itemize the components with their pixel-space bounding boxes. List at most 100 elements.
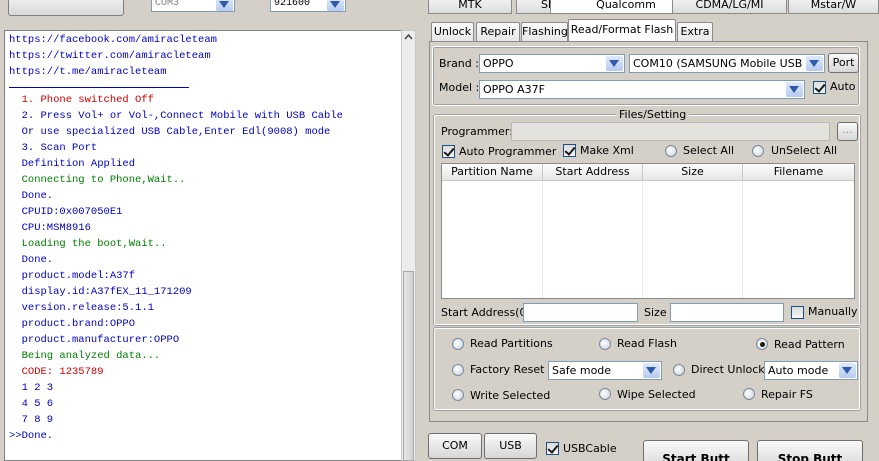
scroll-up-icon[interactable] — [402, 31, 415, 44]
browse-button[interactable]: ... — [837, 122, 858, 141]
column-header-filename[interactable]: Filename — [743, 164, 854, 181]
auto-programmer-label: Auto Programmer — [459, 145, 557, 158]
log-line: Or use specialized USB Cable,Enter Edl(9… — [9, 126, 331, 138]
tab-extra[interactable]: Extra — [677, 22, 713, 42]
log-line: CPUID:0x007050E1 — [9, 206, 123, 218]
log-scrollbar[interactable] — [401, 30, 416, 461]
log-line: Definition Applied — [9, 158, 136, 170]
log-line: version.release:5.1.1 — [9, 302, 154, 314]
stop-button[interactable]: Stop Butt — [757, 440, 863, 461]
log-line: https://facebook.com/amiracleteam — [9, 34, 217, 46]
tab-unlock[interactable]: Unlock — [431, 22, 474, 42]
log-line: product.manufacturer:OPPO — [9, 334, 180, 346]
write-selected-radio[interactable] — [452, 389, 464, 401]
partition-table[interactable]: Partition Name Start Address Size Filena… — [441, 163, 855, 299]
select-all-radio[interactable] — [665, 145, 677, 157]
start-button[interactable]: Start Butt — [643, 440, 749, 461]
auto-checkbox[interactable] — [813, 81, 826, 94]
log-line: product.brand:OPPO — [9, 318, 136, 330]
main-tabs: MTK SPD Qualcomm CDMA/LG/MI Mstar/W — [428, 0, 879, 15]
size-input[interactable] — [670, 303, 784, 322]
baud-select-value: 921600 — [274, 0, 311, 9]
com-port-select[interactable]: COM10 (SAMSUNG Mobile USB Mo — [629, 54, 825, 73]
wipe-selected-radio[interactable] — [599, 388, 611, 400]
baud-select[interactable]: 921600 — [270, 0, 346, 12]
repair-fs-radio[interactable] — [743, 388, 755, 400]
repair-fs-label: Repair FS — [761, 388, 813, 401]
read-pattern-label: Read Pattern — [774, 338, 845, 351]
unlock-mode-select[interactable]: Auto mode — [764, 361, 858, 380]
unselect-all-label: UnSelect All — [771, 144, 838, 157]
com-port-select-value: COM10 (SAMSUNG Mobile USB Mo — [633, 57, 822, 70]
log-line: >>Done. — [9, 430, 54, 442]
brand-select-value: OPPO — [483, 57, 514, 70]
tab-flashing[interactable]: Flashing — [521, 22, 568, 42]
read-partitions-label: Read Partitions — [470, 337, 553, 350]
scroll-thumb[interactable] — [403, 271, 414, 461]
brand-label: Brand : — [439, 57, 479, 70]
column-header-size[interactable]: Size — [643, 164, 743, 181]
tab-repair[interactable]: Repair — [476, 22, 520, 42]
column-divider — [542, 181, 543, 298]
start-address-input[interactable] — [523, 303, 638, 322]
read-flash-radio[interactable] — [599, 338, 611, 350]
log-line: product.model:A37f — [9, 270, 136, 282]
port-button[interactable]: Port — [828, 53, 859, 73]
model-select-value: OPPO A37F — [483, 83, 545, 96]
chevron-down-icon — [327, 0, 344, 11]
log-separator — [9, 80, 189, 88]
usb-scan-button[interactable]: USB Scan — [484, 433, 537, 459]
tab-cdma-lg-mi[interactable]: CDMA/LG/MI — [672, 0, 787, 14]
make-xml-checkbox[interactable] — [563, 144, 576, 157]
make-xml-label: Make Xml — [580, 144, 634, 157]
programmer-field[interactable] — [511, 122, 830, 141]
com-scan-button[interactable]: COM Scan — [428, 433, 482, 459]
log-line: Done. — [9, 254, 54, 266]
unlock-mode-value: Auto mode — [768, 364, 829, 377]
log-line: Done. — [9, 190, 54, 202]
log-line: 1 2 3 — [9, 382, 54, 394]
direct-unlock-radio[interactable] — [673, 364, 685, 376]
brand-select[interactable]: OPPO — [479, 54, 625, 73]
log-line: 3. Scan Port — [9, 142, 98, 154]
write-selected-label: Write Selected — [470, 389, 551, 402]
read-pattern-radio[interactable] — [756, 338, 768, 350]
log-line: 1. Phone switched Off — [9, 94, 154, 106]
factory-mode-select[interactable]: Safe mode — [548, 361, 662, 380]
tab-mstar[interactable]: Mstar/W — [788, 0, 879, 14]
manually-label: Manually — [808, 305, 858, 318]
log-output: https://facebook.com/amiracleteam https:/… — [4, 30, 415, 461]
files-setting-title: Files/Setting — [616, 108, 690, 121]
usb-cable-checkbox[interactable] — [546, 442, 559, 455]
factory-reset-radio[interactable] — [452, 364, 464, 376]
log-line: 4 5 6 — [9, 398, 54, 410]
top-left-button[interactable] — [8, 0, 124, 16]
log-line: display.id:A37fEX_11_171209 — [9, 286, 192, 298]
wipe-selected-label: Wipe Selected — [617, 388, 696, 401]
select-all-label: Select All — [683, 144, 735, 157]
tab-mtk[interactable]: MTK — [428, 0, 512, 14]
log-line: 7 8 9 — [9, 414, 54, 426]
auto-programmer-checkbox[interactable] — [442, 145, 455, 158]
log-line: 2. Press Vol+ or Vol-,Connect Mobile wit… — [9, 110, 343, 122]
log-line: https://twitter.com/amiracleteam — [9, 50, 211, 62]
model-label: Model : — [439, 81, 480, 94]
port-select[interactable]: COM3 — [151, 0, 235, 12]
log-line: Loading the boot,Wait.. — [9, 238, 167, 250]
chevron-down-icon — [786, 82, 803, 97]
model-select[interactable]: OPPO A37F — [479, 80, 805, 99]
factory-mode-value: Safe mode — [552, 364, 612, 377]
log-line: CPU:MSM8916 — [9, 222, 91, 234]
column-header-partition-name[interactable]: Partition Name — [442, 164, 543, 181]
manually-checkbox[interactable] — [791, 306, 804, 319]
read-flash-label: Read Flash — [617, 337, 677, 350]
direct-unlock-label: Direct Unlock — [691, 363, 765, 376]
unselect-all-radio[interactable] — [752, 145, 764, 157]
chevron-down-icon — [806, 56, 823, 71]
programmer-label: Programmer: — [441, 125, 513, 138]
column-header-start-address[interactable]: Start Address — [543, 164, 643, 181]
auto-label: Auto — [830, 80, 856, 93]
tab-read-format-flash[interactable]: Read/Format Flash — [568, 19, 676, 42]
read-partitions-radio[interactable] — [452, 338, 464, 350]
chevron-down-icon — [606, 56, 623, 71]
